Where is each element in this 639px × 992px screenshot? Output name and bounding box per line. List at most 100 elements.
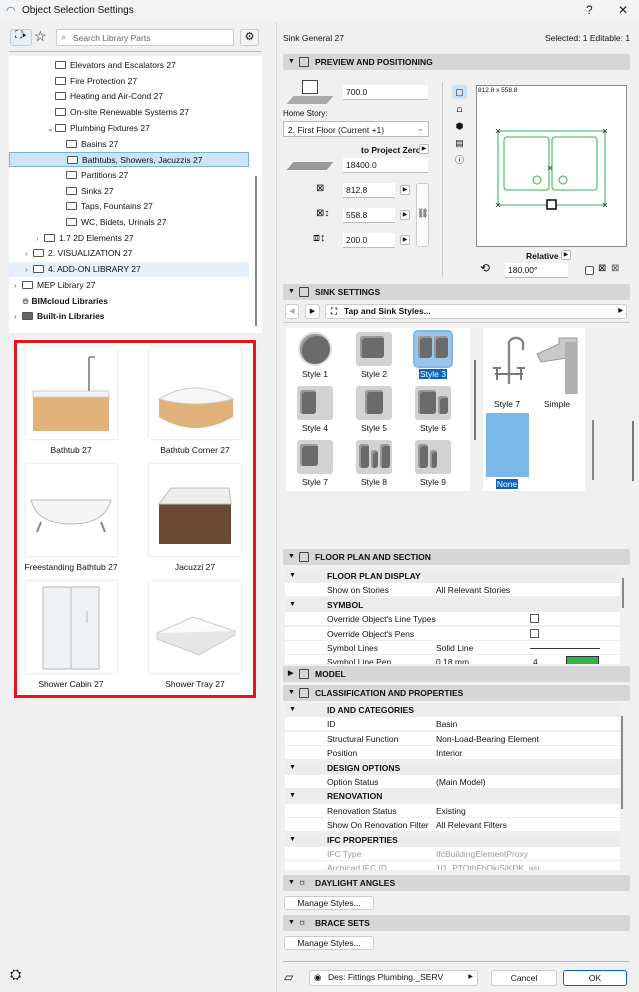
tree-item[interactable]: Sinks 27	[9, 184, 249, 199]
library-manager-icon[interactable]: ⛭	[10, 966, 21, 983]
depth-input[interactable]: 558.8	[343, 208, 395, 223]
pen-color-swatch[interactable]	[566, 656, 599, 664]
section-sink-settings-header[interactable]: ▼ SINK SETTINGS	[283, 284, 630, 300]
elevation-view-icon[interactable]: ▤	[452, 136, 467, 150]
elevation-input[interactable]: 700.0	[343, 85, 428, 100]
brace-manage-styles-button[interactable]: Manage Styles...	[284, 936, 374, 950]
property-group-header[interactable]: ▼ SYMBOL	[285, 597, 620, 612]
property-row[interactable]: Option Status (Main Model)	[285, 775, 620, 789]
property-row[interactable]: Symbol Lines Solid Line	[285, 641, 620, 655]
section-view-icon[interactable]: ⩍	[452, 102, 467, 116]
collapse-triangle-icon[interactable]: ▼	[289, 703, 296, 717]
chevron-right-icon[interactable]: ›	[14, 309, 22, 324]
property-value[interactable]: Basin	[436, 717, 457, 731]
tree-item[interactable]: ⌄ Plumbing Fixtures 27	[9, 121, 249, 136]
tap-style-7-image[interactable]	[489, 334, 529, 389]
property-row[interactable]: Position Interior	[285, 746, 620, 761]
section-classification-header[interactable]: ▼ CLASSIFICATION AND PROPERTIES	[283, 685, 630, 701]
relative-button[interactable]: ▶	[561, 250, 571, 260]
property-row[interactable]: Structural Function Non-Load-Bearing Elem…	[285, 731, 620, 746]
tree-item[interactable]: WC, Bidets, Urinals 27	[9, 215, 249, 230]
tree-item[interactable]: › 4. ADD-ON LIBRARY 27	[9, 262, 249, 278]
tree-item[interactable]: ⊜ BIMcloud Libraries	[9, 294, 249, 309]
chevron-right-icon[interactable]: ›	[25, 262, 33, 277]
settings-gear-icon[interactable]: ⚙	[240, 29, 259, 46]
property-group-header[interactable]: ▼ DESIGN OPTIONS	[285, 760, 620, 775]
override-checkbox[interactable]	[530, 614, 539, 624]
property-group-header[interactable]: ▼ FLOOR PLAN DISPLAY	[285, 569, 620, 583]
floor-plan-scrollbar[interactable]	[622, 578, 624, 608]
gallery-scrollbar[interactable]	[474, 360, 476, 440]
section-brace-header[interactable]: ▼ ⌑ BRACE SETS	[283, 915, 630, 931]
library-item-jacuzzi-thumbnail[interactable]	[149, 464, 241, 556]
height-input[interactable]: 200.0	[343, 233, 395, 248]
property-value[interactable]: 1l1_PTOthFhOkiSiKDK_wu	[436, 861, 540, 870]
property-row[interactable]: ID Basin	[285, 717, 620, 732]
width-arrow-button[interactable]: ▶	[400, 185, 410, 195]
property-value[interactable]: All Relevant Stories	[436, 583, 510, 597]
library-item-label[interactable]: Bathtub 27	[11, 445, 131, 455]
chevron-right-icon[interactable]: ›	[25, 246, 33, 261]
property-row[interactable]: Override Object's Pens	[285, 626, 620, 641]
property-value[interactable]: Existing	[436, 804, 466, 818]
section-preview-header[interactable]: ▼ PREVIEW AND POSITIONING	[283, 54, 630, 70]
to-project-zero-button[interactable]: ▶	[419, 144, 429, 154]
angle-input[interactable]: 180.00°	[505, 263, 568, 278]
property-row[interactable]: Renovation Status Existing	[285, 803, 620, 818]
tree-item[interactable]: Taps, Fountains 27	[9, 199, 249, 214]
daylight-manage-styles-button[interactable]: Manage Styles...	[284, 896, 374, 910]
tree-scrollbar[interactable]	[255, 176, 257, 326]
info-icon[interactable]: ⓘ	[452, 153, 467, 167]
property-value[interactable]: (Main Model)	[436, 775, 486, 789]
section-daylight-header[interactable]: ▼ ⌑ DAYLIGHT ANGLES	[283, 875, 630, 891]
tap-simple-image[interactable]	[535, 336, 581, 394]
sink-style-6-thumbnail[interactable]	[415, 386, 451, 420]
tap-none-swatch[interactable]	[486, 413, 529, 477]
library-item-label[interactable]: Bathtub Corner 27	[135, 445, 255, 455]
ok-button[interactable]: OK	[563, 970, 627, 986]
section-floor-plan-header[interactable]: ▼ FLOOR PLAN AND SECTION	[283, 549, 630, 565]
tree-item[interactable]: › MEP Library 27	[9, 278, 249, 293]
tree-item[interactable]: Elevators and Escalators 27	[9, 58, 249, 73]
search-input[interactable]: ⌕ Search Library Parts	[56, 29, 234, 46]
layer-select[interactable]: ◉ Des: Fittings Plumbing._SERV ▶	[309, 970, 478, 986]
library-item-bathtub-thumbnail[interactable]	[25, 347, 117, 439]
property-row[interactable]: Override Object's Line Types	[285, 612, 620, 627]
property-value[interactable]: IfcBuildingElementProxy	[436, 847, 528, 861]
tap-sink-styles-dropdown[interactable]: ⛶ Tap and Sink Styles... ▶	[325, 304, 627, 319]
chevron-right-icon[interactable]: ›	[14, 278, 22, 293]
property-value[interactable]: Non-Load-Bearing Element	[436, 732, 539, 746]
width-input[interactable]: 812.8	[343, 183, 395, 198]
sink-style-2-thumbnail[interactable]	[356, 332, 392, 366]
collapse-triangle-icon[interactable]: ▼	[289, 761, 296, 775]
forward-button[interactable]: ▶	[305, 304, 320, 319]
floor-plan-view-icon[interactable]: ▢	[452, 85, 467, 99]
back-button[interactable]: ◀	[285, 304, 299, 319]
property-group-header[interactable]: ▼ RENOVATION	[285, 789, 620, 804]
property-value[interactable]: Solid Line	[436, 641, 473, 655]
height-arrow-button[interactable]: ▶	[400, 235, 410, 245]
tree-item[interactable]: › Built-in Libraries	[9, 309, 249, 324]
tree-item[interactable]: › 2. VISUALIZATION 27	[9, 246, 249, 261]
tree-item[interactable]: Basins 27	[9, 137, 249, 152]
link-chain-icon[interactable]: ⛓	[416, 183, 429, 247]
mirror-checkbox[interactable]	[585, 266, 594, 275]
sink-style-7-thumbnail[interactable]	[297, 440, 333, 474]
tree-item[interactable]: Bathtubs, Showers, Jacuzzis 27	[9, 152, 249, 168]
chevron-down-icon[interactable]: ⌄	[47, 121, 55, 136]
help-button[interactable]: ?	[586, 3, 593, 17]
override-checkbox[interactable]	[530, 628, 539, 638]
collapse-triangle-icon[interactable]: ▼	[289, 789, 296, 803]
anchor-icon[interactable]: ⊠	[598, 263, 606, 274]
property-group-header[interactable]: ▼ ID AND CATEGORIES	[285, 703, 620, 717]
property-row[interactable]: IFC Type IfcBuildingElementProxy	[285, 847, 620, 861]
property-row[interactable]: Symbol Line Pen 0.18 mm 4	[285, 655, 620, 664]
property-row[interactable]: Archicad IFC ID 1l1_PTOthFhOkiSiKDK_wu	[285, 861, 620, 870]
library-item-label[interactable]: Shower Tray 27	[135, 679, 255, 689]
tree-item[interactable]: Fire Protection 27	[9, 74, 249, 89]
library-item-freestanding-thumbnail[interactable]	[25, 464, 117, 556]
collapse-triangle-icon[interactable]: ▼	[289, 569, 296, 583]
collapse-triangle-icon[interactable]: ▼	[289, 833, 296, 847]
property-value[interactable]: All Relevant Filters	[436, 818, 507, 832]
tree-item[interactable]: Partitions 27	[9, 168, 249, 183]
